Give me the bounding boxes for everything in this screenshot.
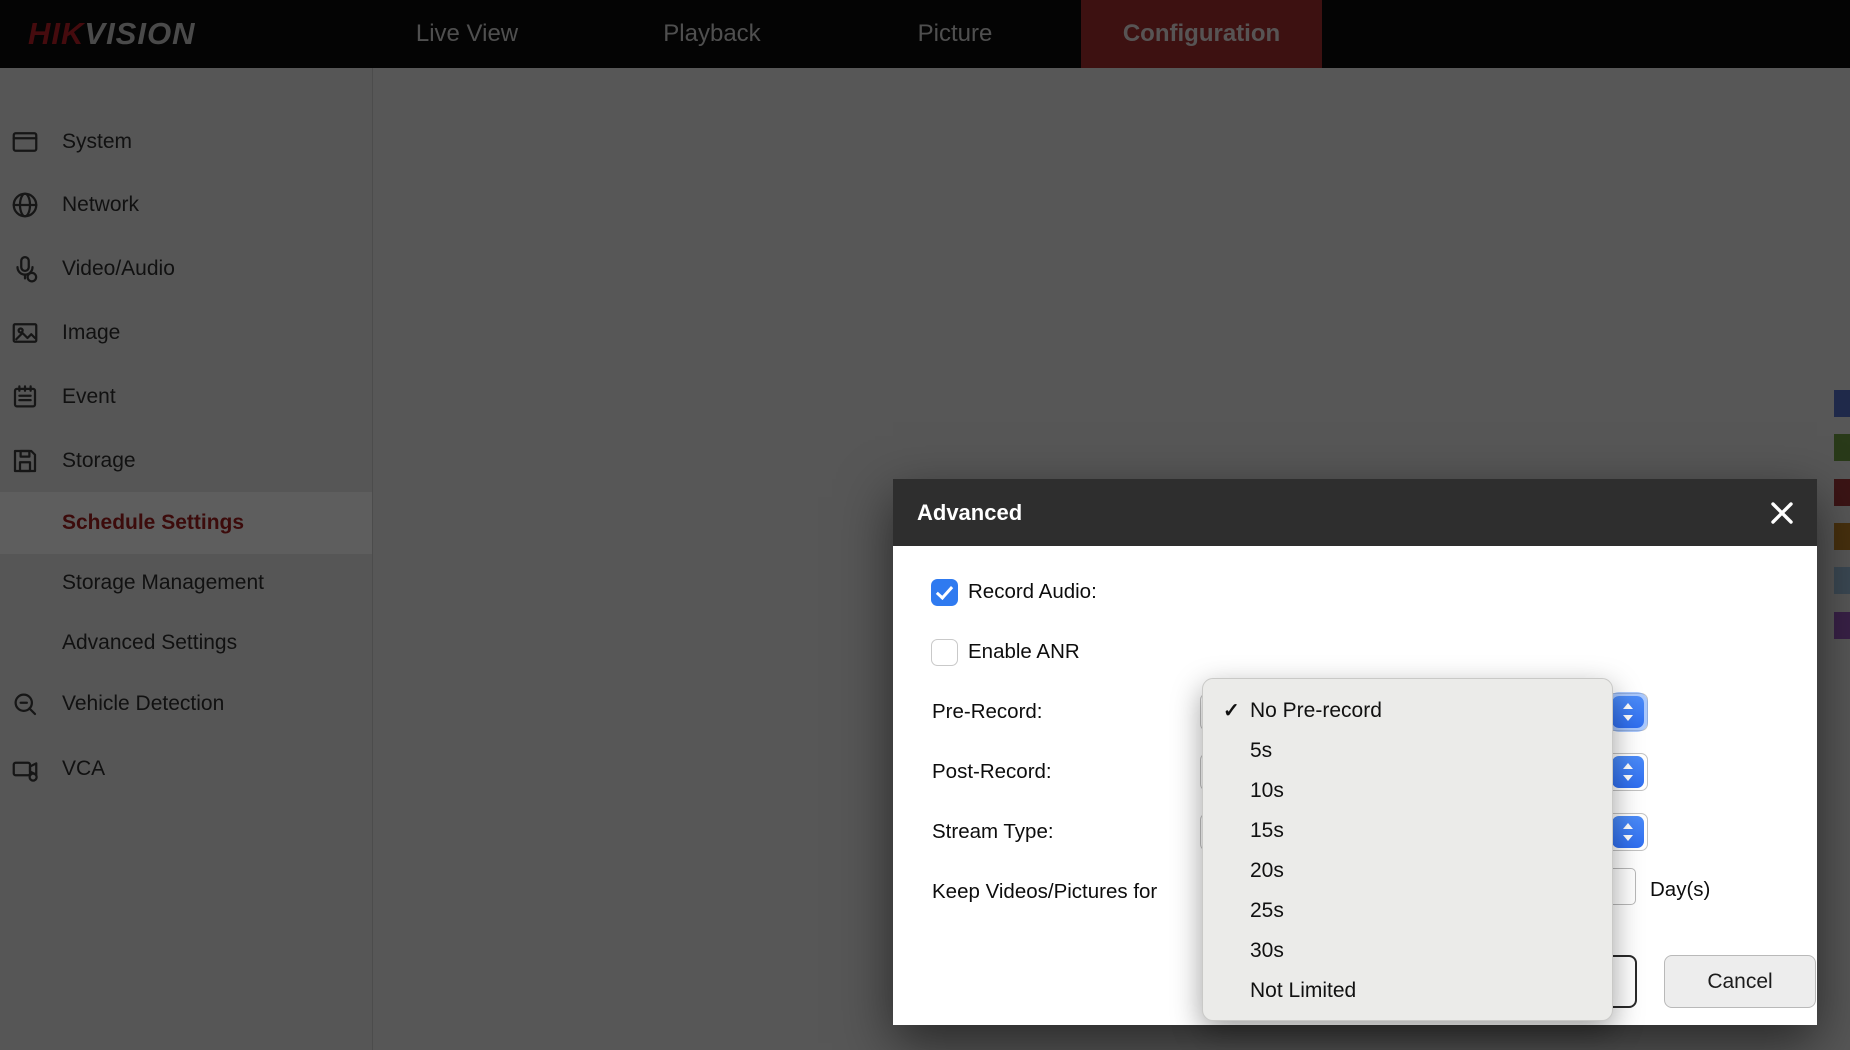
dropdown-option-not-limited[interactable]: Not Limited bbox=[1203, 971, 1612, 1011]
days-suffix-label: Day(s) bbox=[1650, 878, 1710, 902]
dropdown-option-5s[interactable]: 5s bbox=[1203, 731, 1612, 771]
hikvision-config-screen: HIKVISION Live ViewPlaybackPictureConfig… bbox=[0, 0, 1850, 1050]
close-icon[interactable] bbox=[1769, 500, 1795, 526]
dropdown-option-25s[interactable]: 25s bbox=[1203, 891, 1612, 931]
enable-anr-label: Enable ANR bbox=[968, 640, 1080, 664]
advanced-dialog-header: Advanced bbox=[893, 479, 1817, 546]
dropdown-option-no-pre-record[interactable]: ✓No Pre-record bbox=[1203, 691, 1612, 731]
post-record-label: Post-Record: bbox=[932, 760, 1052, 784]
pre-record-label: Pre-Record: bbox=[932, 700, 1043, 724]
keep-videos-label: Keep Videos/Pictures for bbox=[932, 880, 1157, 904]
cancel-button[interactable]: Cancel bbox=[1664, 955, 1816, 1008]
checkmark-icon: ✓ bbox=[1223, 691, 1240, 731]
post-record-select-stepper-icon[interactable] bbox=[1612, 756, 1644, 788]
dropdown-option-10s[interactable]: 10s bbox=[1203, 771, 1612, 811]
dropdown-option-15s[interactable]: 15s bbox=[1203, 811, 1612, 851]
pre-record-select-stepper-icon[interactable] bbox=[1612, 696, 1644, 728]
record-audio-checkbox[interactable] bbox=[931, 579, 958, 606]
dropdown-option-20s[interactable]: 20s bbox=[1203, 851, 1612, 891]
pre-record-dropdown: ✓No Pre-record5s10s15s20s25s30sNot Limit… bbox=[1202, 678, 1613, 1021]
advanced-dialog-title: Advanced bbox=[917, 479, 1022, 546]
enable-anr-checkbox[interactable] bbox=[931, 639, 958, 666]
stream-type-label: Stream Type: bbox=[932, 820, 1054, 844]
record-audio-label: Record Audio: bbox=[968, 580, 1097, 604]
dropdown-option-30s[interactable]: 30s bbox=[1203, 931, 1612, 971]
stream-type-select-stepper-icon[interactable] bbox=[1612, 816, 1644, 848]
